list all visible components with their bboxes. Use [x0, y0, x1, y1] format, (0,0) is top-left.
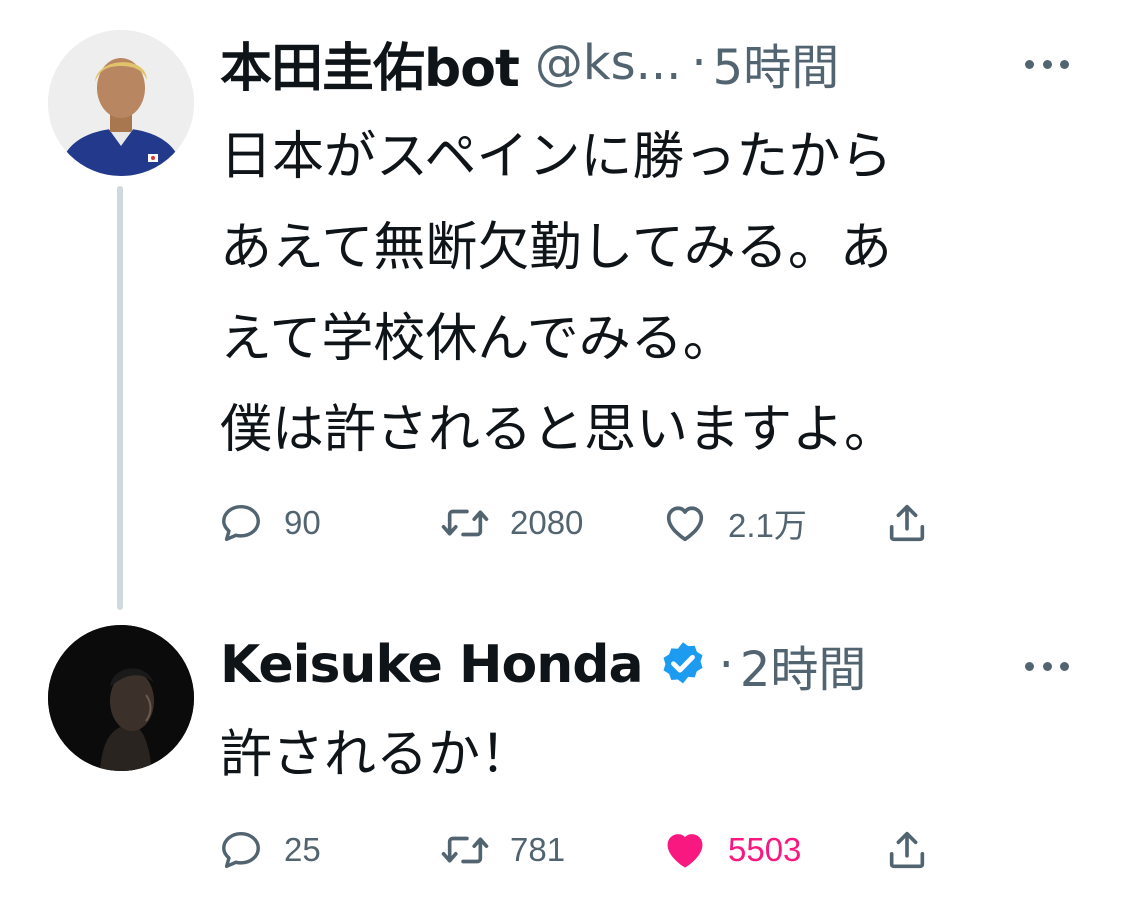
timestamp[interactable]: 2時間 — [740, 630, 867, 700]
avatar-photo — [48, 625, 194, 771]
action-bar: 25 781 5503 — [218, 825, 938, 875]
verified-badge-icon — [663, 642, 703, 684]
share-button[interactable] — [884, 825, 930, 875]
like-button[interactable]: 5503 — [662, 825, 801, 875]
reply-button[interactable]: 90 — [218, 498, 321, 548]
reply-count: 25 — [284, 831, 321, 868]
like-count: 2.1万 — [728, 507, 807, 544]
avatar[interactable] — [48, 625, 194, 771]
like-icon — [666, 506, 704, 542]
share-icon — [889, 504, 925, 542]
display-name[interactable]: 本田圭佑bot — [220, 26, 520, 101]
share-button[interactable] — [884, 498, 930, 548]
more-icon[interactable] — [1025, 57, 1069, 71]
like-count: 5503 — [728, 831, 802, 868]
tweet-header: Keisuke Honda · 2時間 — [220, 625, 866, 705]
retweet-icon — [441, 509, 489, 537]
share-icon — [889, 831, 925, 869]
display-name[interactable]: Keisuke Honda — [220, 635, 644, 695]
like-button[interactable]: 2.1万 — [662, 498, 807, 548]
separator: · — [691, 35, 707, 91]
reply-count: 90 — [284, 504, 321, 541]
action-bar: 90 2080 2.1万 — [218, 498, 938, 548]
like-icon — [667, 834, 703, 868]
separator: · — [718, 637, 734, 693]
tweet-header: 本田圭佑bot @ks... · 5時間 — [220, 26, 840, 101]
tweet-text: 許されるか！ — [220, 725, 533, 785]
retweet-button[interactable]: 2080 — [440, 498, 583, 548]
avatar-photo — [48, 30, 194, 176]
thread-line — [117, 186, 123, 610]
retweet-count: 781 — [510, 831, 566, 868]
timestamp[interactable]: 5時間 — [713, 28, 840, 98]
tweet-bot[interactable]: 本田圭佑bot @ks... · 5時間 日本がスペインに勝ったから あえて無断… — [0, 0, 1125, 615]
reply-icon — [222, 831, 260, 869]
more-icon[interactable] — [1025, 659, 1069, 673]
reply-icon — [222, 504, 260, 542]
retweet-button[interactable]: 781 — [440, 825, 565, 875]
retweet-icon — [441, 836, 489, 864]
avatar[interactable] — [48, 30, 194, 176]
tweet-text: 日本がスペインに勝ったから あえて無断欠勤してみる。あ えて学校休んでみる。 僕… — [220, 127, 897, 460]
handle[interactable]: @ks... — [535, 35, 682, 91]
tweet-reply[interactable]: Keisuke Honda · 2時間 許されるか！ 25 781 5503 — [0, 615, 1125, 908]
retweet-count: 2080 — [510, 504, 584, 541]
reply-button[interactable]: 25 — [218, 825, 321, 875]
